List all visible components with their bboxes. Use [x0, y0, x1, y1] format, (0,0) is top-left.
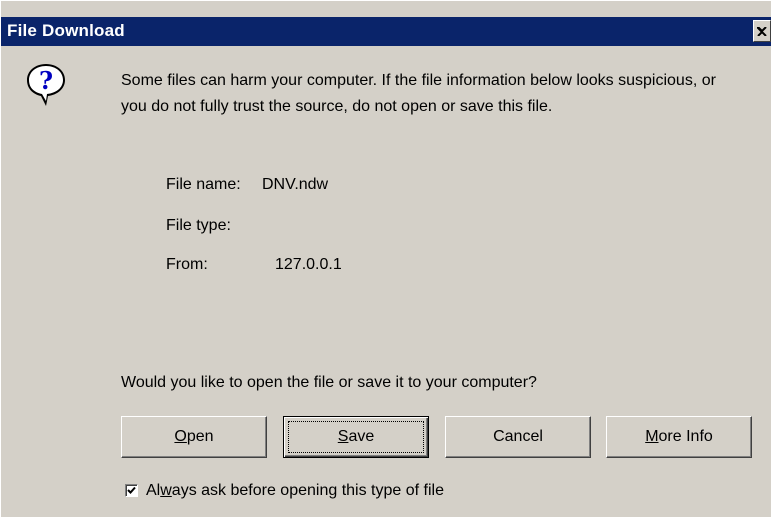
question-icon: ? — [27, 64, 65, 106]
file-name-label: File name: — [166, 176, 241, 193]
from-value: 127.0.0.1 — [275, 256, 342, 273]
cancel-button[interactable]: Cancel — [445, 416, 591, 458]
open-button-label: Open — [174, 428, 214, 445]
checkmark-icon — [127, 486, 136, 494]
open-or-save-question: Would you like to open the file or save … — [121, 374, 537, 391]
from-label: From: — [166, 256, 208, 273]
warning-message: Some files can harm your computer. If th… — [121, 72, 716, 115]
file-name-value: DNV.ndw — [262, 176, 329, 193]
window-title: File Download — [7, 21, 125, 40]
close-icon — [757, 27, 767, 36]
file-download-dialog: File Download ? Some files can harm your… — [0, 0, 771, 517]
cancel-button-label: Cancel — [493, 428, 543, 445]
file-type-label: File type: — [166, 217, 231, 234]
save-button[interactable]: Save — [283, 416, 429, 458]
more-info-button[interactable]: More Info — [606, 416, 752, 458]
title-bar[interactable]: File Download — [1, 17, 771, 46]
question-glyph: ? — [39, 66, 53, 95]
save-button-label: Save — [337, 428, 375, 445]
always-ask-label[interactable]: Always ask before opening this type of f… — [146, 482, 444, 500]
more-info-button-label: More Info — [645, 428, 713, 445]
open-button[interactable]: Open — [121, 416, 267, 458]
close-button[interactable] — [753, 20, 771, 42]
always-ask-checkbox[interactable] — [125, 484, 138, 497]
